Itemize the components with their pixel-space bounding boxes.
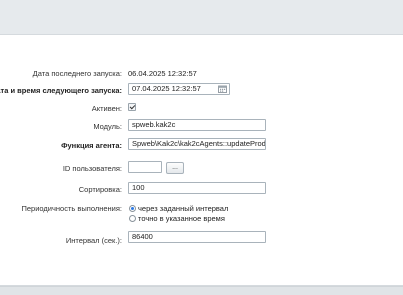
radio-interval[interactable] — [129, 205, 136, 212]
agent-function-value: Spweb\Kak2c\kak2cAgents::updateProducts(… — [132, 139, 266, 148]
module-value: spweb.kak2c — [132, 120, 176, 129]
interval-input[interactable]: 86400 — [128, 231, 266, 243]
last-run-value: 06.04.2025 12:32:57 — [128, 69, 197, 78]
user-select-button[interactable]: ... — [166, 162, 184, 174]
periodicity-label: Периодичность выполнения: — [21, 204, 123, 213]
module-input[interactable]: spweb.kak2c — [128, 119, 266, 131]
next-run-value: 07.04.2025 12:32:57 — [132, 84, 201, 93]
agent-edit-form: Дата последнего запуска: 06.04.2025 12:3… — [0, 34, 403, 286]
module-label: Модуль: — [93, 122, 122, 131]
radio-exact-time-label[interactable]: точно в указанное время — [138, 214, 225, 223]
next-run-input[interactable]: 07.04.2025 12:32:57 — [128, 83, 230, 95]
agent-function-input[interactable]: Spweb\Kak2c\kak2cAgents::updateProducts(… — [128, 138, 266, 150]
sort-input[interactable]: 100 — [128, 182, 266, 194]
calendar-icon[interactable] — [218, 85, 227, 93]
top-area — [0, 0, 403, 34]
sort-label: Сортировка: — [78, 185, 122, 194]
active-checkbox[interactable] — [128, 103, 136, 111]
active-label: Активен: — [91, 104, 122, 113]
sort-value: 100 — [132, 183, 145, 192]
radio-exact-time[interactable] — [129, 215, 136, 222]
next-run-label: Дата и время следующего запуска: — [0, 86, 122, 95]
interval-value: 86400 — [132, 232, 153, 241]
last-run-label: Дата последнего запуска: — [32, 69, 122, 78]
user-id-label: ID пользователя: — [62, 164, 122, 173]
interval-label: Интервал (сек.): — [65, 236, 122, 245]
agent-function-label: Функция агента: — [61, 141, 122, 150]
radio-interval-label[interactable]: через заданный интервал — [138, 204, 228, 213]
user-id-input[interactable] — [128, 161, 162, 173]
